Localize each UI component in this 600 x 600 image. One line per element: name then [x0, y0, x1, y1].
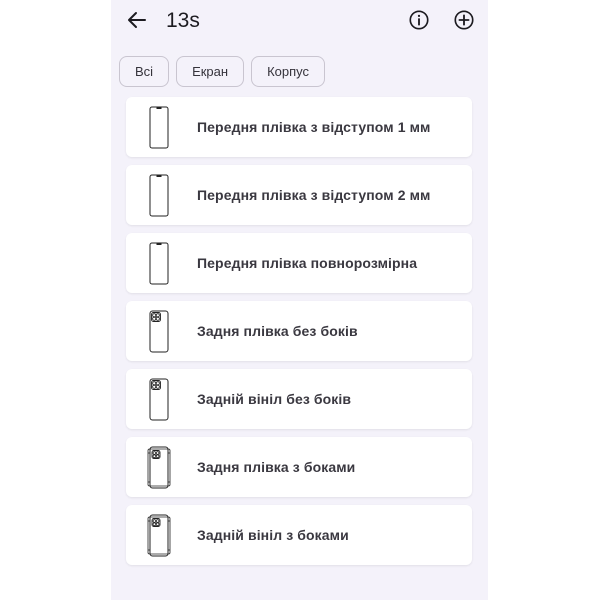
- list-item[interactable]: Задній вініл з боками: [126, 505, 472, 565]
- list-item-label: Передня плівка повнорозмірна: [197, 255, 418, 271]
- phone-back-sides-icon: [147, 514, 171, 557]
- phone-back-icon: [149, 310, 169, 353]
- list-item-label: Задній вініл з боками: [197, 527, 349, 543]
- list-item-label: Задня плівка з боками: [197, 459, 356, 475]
- phone-front-icon: [149, 174, 169, 217]
- list-item[interactable]: Передня плівка з відступом 1 мм: [126, 97, 472, 157]
- list-item-label: Задня плівка без боків: [197, 323, 358, 339]
- list-item-label: Задній вініл без боків: [197, 391, 352, 407]
- filter-chip-body[interactable]: Корпус: [251, 56, 325, 87]
- filter-chip-all[interactable]: Всі: [119, 56, 170, 87]
- phone-front-icon: [149, 106, 169, 149]
- phone-back-icon: [149, 378, 169, 421]
- list-item[interactable]: Передня плівка повнорозмірна: [126, 233, 472, 293]
- phone-back-sides-icon: [147, 446, 171, 489]
- list-item[interactable]: Задній вініл без боків: [126, 369, 472, 429]
- film-list: Передня плівка з відступом 1 мм Передня …: [126, 97, 472, 573]
- filter-chip-screen[interactable]: Екран: [176, 56, 245, 87]
- list-item[interactable]: Задня плівка з боками: [126, 437, 472, 497]
- add-icon[interactable]: [453, 9, 475, 31]
- list-item[interactable]: Задня плівка без боків: [126, 301, 472, 361]
- info-icon[interactable]: [408, 9, 430, 31]
- top-app-bar: 13s: [111, 0, 488, 42]
- page-title: 13s: [166, 9, 200, 32]
- filter-chips: Всі Екран Корпус: [119, 56, 325, 88]
- phone-front-icon: [149, 242, 169, 285]
- list-item-label: Передня плівка з відступом 1 мм: [197, 119, 431, 135]
- list-item-label: Передня плівка з відступом 2 мм: [197, 187, 431, 203]
- app-screen: 13s Всі Екран Корпус Передня плівка з ві…: [111, 0, 488, 600]
- list-item[interactable]: Передня плівка з відступом 2 мм: [126, 165, 472, 225]
- arrow-left-icon[interactable]: [125, 8, 149, 32]
